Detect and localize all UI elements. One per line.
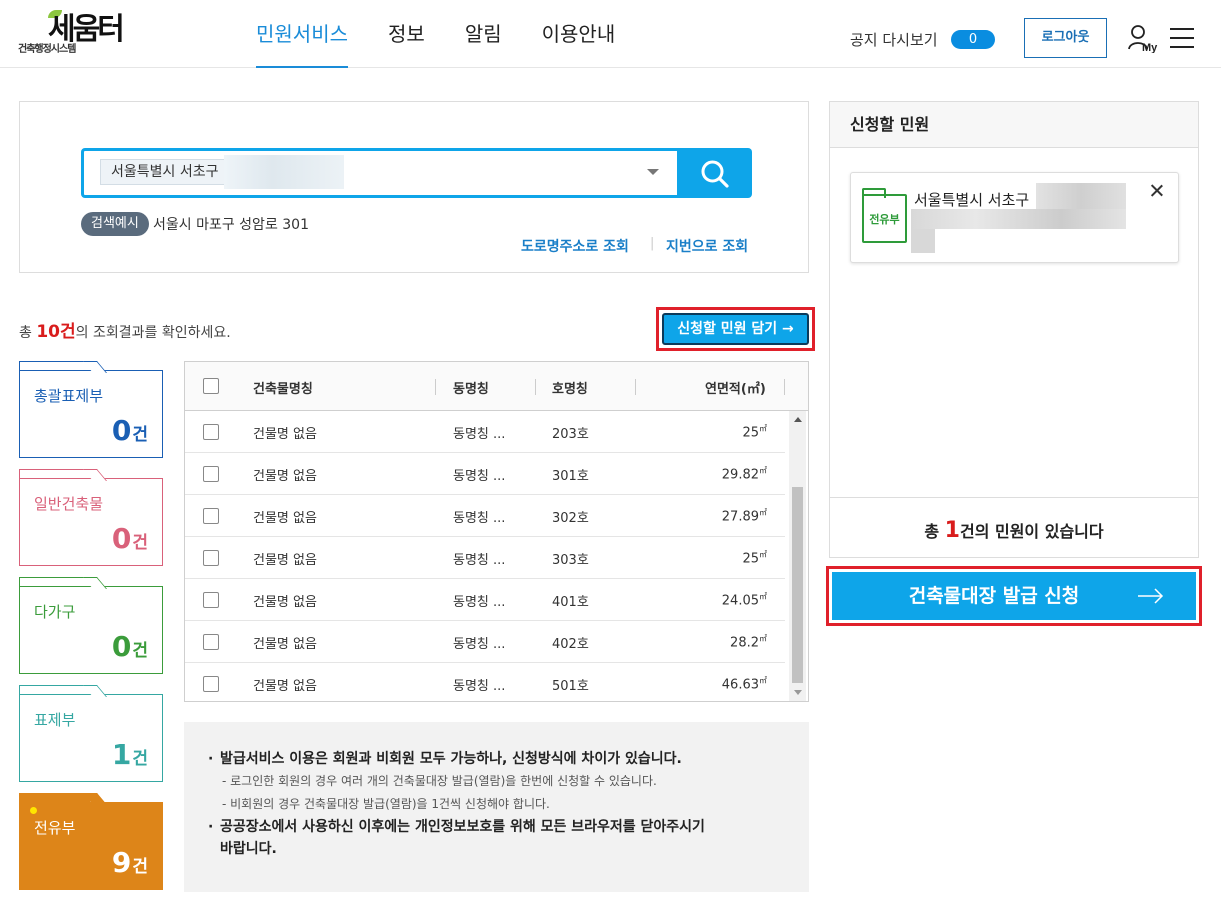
- category-label: 전유부: [34, 819, 76, 837]
- col-dong-name: 동명칭: [453, 382, 489, 397]
- result-summary: 총 10건의 조회결과를 확인하세요.: [19, 317, 231, 342]
- search-icon: [701, 160, 729, 188]
- notice-again-toggle[interactable]: 0: [951, 30, 995, 49]
- row-checkbox[interactable]: [203, 676, 219, 692]
- search-example-tag: 검색예시: [81, 212, 149, 236]
- info-sub-1: - 로그인한 회원의 경우 여러 개의 건축물대장 발급(열람)을 한번에 신청…: [222, 774, 657, 788]
- category-card-multi-household[interactable]: 다가구 0건: [19, 577, 163, 674]
- col-building-name: 건축물명칭: [253, 382, 313, 397]
- category-label: 일반건축물: [34, 495, 104, 513]
- result-suffix: 의 조회결과를 확인하세요.: [75, 325, 231, 341]
- hamburger-menu-icon[interactable]: [1170, 28, 1194, 48]
- top-header: 세움터 건축행정시스템 민원서비스 정보 알림 이용안내 공지 다시보기 0 로…: [0, 0, 1221, 68]
- category-card-general-building[interactable]: 일반건축물 0건: [19, 469, 163, 566]
- row-checkbox[interactable]: [203, 550, 219, 566]
- table-row[interactable]: 건물명 없음 동명칭 ... 402호 28.2㎡: [185, 621, 785, 663]
- main-nav: 민원서비스 정보 알림 이용안내: [256, 0, 655, 68]
- table-row[interactable]: 건물명 없음 동명칭 ... 301호 29.82㎡: [185, 453, 785, 495]
- folder-document-icon: 전유부: [862, 188, 907, 243]
- nav-civil-service[interactable]: 민원서비스: [256, 0, 348, 68]
- table-row[interactable]: 건물명 없음 동명칭 ... 303호 25㎡: [185, 537, 785, 579]
- category-count: 0건: [111, 522, 148, 555]
- scroll-down-arrow-icon[interactable]: [794, 690, 802, 695]
- issue-building-register-button[interactable]: 건축물대장 발급 신청: [832, 572, 1196, 620]
- col-total-area: 연면적(㎡): [705, 382, 766, 397]
- document-type-label: 전유부: [869, 213, 900, 226]
- my-label: My: [1142, 42, 1158, 53]
- link-separator: |: [650, 236, 655, 251]
- category-label: 총괄표제부: [34, 387, 104, 405]
- result-prefix: 총: [19, 325, 37, 341]
- lot-number-search-link[interactable]: 지번으로 조회: [666, 236, 748, 256]
- category-card-title-section[interactable]: 표제부 1건: [19, 685, 163, 782]
- logout-button[interactable]: 로그아웃: [1024, 18, 1107, 58]
- category-card-exclusive-unit[interactable]: 전유부 9건: [19, 793, 163, 890]
- search-panel: 서울특별시 서초구 검색예시 서울시 마포구 성암로 301 도로명주소로 조회…: [19, 101, 809, 273]
- logo-subtitle: 건축행정시스템: [18, 44, 76, 55]
- my-page-icon[interactable]: My: [1128, 23, 1160, 54]
- category-count: 9건: [111, 846, 148, 879]
- row-checkbox[interactable]: [203, 508, 219, 524]
- application-panel-title: 신청할 민원: [830, 102, 1198, 148]
- address-search-box[interactable]: 서울특별시 서초구: [81, 148, 752, 198]
- issue-button-highlight: 건축물대장 발급 신청: [826, 566, 1202, 626]
- result-table: 건축물명칭 동명칭 호명칭 연면적(㎡) 건물명 없음 동명칭 ... 203호…: [184, 361, 809, 702]
- add-button-highlight: 신청할 민원 담기 →: [656, 307, 815, 351]
- category-count: 0건: [111, 630, 148, 663]
- logo-band-blue: [128, 30, 152, 44]
- scroll-up-arrow-icon[interactable]: [794, 417, 802, 422]
- result-count: 10건: [36, 322, 76, 342]
- dropdown-caret-icon[interactable]: [647, 169, 659, 175]
- category-label: 다가구: [34, 603, 76, 621]
- nav-guide[interactable]: 이용안내: [542, 0, 616, 68]
- close-icon[interactable]: [1149, 183, 1165, 199]
- row-checkbox[interactable]: [203, 466, 219, 482]
- select-all-checkbox[interactable]: [203, 378, 219, 394]
- masked-address-block: [911, 229, 935, 253]
- masked-address: [224, 155, 344, 189]
- application-count-summary: 총 1건의 민원이 있습니다: [830, 497, 1198, 557]
- info-line-1: 발급서비스 이용은 회원과 비회원 모두 가능하나, 신청방식에 차이가 있습니…: [208, 748, 785, 770]
- application-item-card: 전유부 서울특별시 서초구: [850, 172, 1179, 263]
- category-count: 0건: [111, 414, 148, 447]
- table-row[interactable]: 건물명 없음 동명칭 ... 302호 27.89㎡: [185, 495, 785, 537]
- add-to-application-button[interactable]: 신청할 민원 담기 →: [662, 313, 809, 345]
- application-panel: 신청할 민원 전유부 서울특별시 서초구 총 1건의 민원이 있습니다: [829, 101, 1199, 558]
- masked-address-block: [911, 209, 1126, 229]
- nav-notifications[interactable]: 알림: [465, 0, 502, 68]
- row-checkbox[interactable]: [203, 634, 219, 650]
- road-address-search-link[interactable]: 도로명주소로 조회: [521, 236, 629, 256]
- category-label: 표제부: [34, 711, 76, 729]
- scroll-thumb[interactable]: [792, 487, 803, 683]
- table-header: 건축물명칭 동명칭 호명칭 연면적(㎡): [185, 362, 808, 411]
- search-example-text: 서울시 마포구 성암로 301: [153, 217, 309, 233]
- info-sub-2: - 비회원의 경우 건축물대장 발급(열람)을 1건씩 신청해야 합니다.: [222, 797, 550, 811]
- notice-again-label: 공지 다시보기: [850, 31, 938, 49]
- col-ho-name: 호명칭: [552, 382, 588, 397]
- search-button[interactable]: [677, 148, 752, 198]
- selected-dot-icon: [30, 807, 37, 814]
- category-card-general-title[interactable]: 총괄표제부 0건: [19, 361, 163, 458]
- seumteo-logo[interactable]: 세움터 건축행정시스템: [18, 10, 158, 56]
- info-line-2: 공공장소에서 사용하신 이후에는 개인정보보호를 위해 모든 브라우저를 닫아주…: [208, 816, 785, 860]
- table-row[interactable]: 건물명 없음 동명칭 ... 203호 25㎡: [185, 411, 785, 453]
- table-row[interactable]: 건물명 없음 동명칭 ... 501호 46.63㎡: [185, 663, 785, 705]
- row-checkbox[interactable]: [203, 424, 219, 440]
- nav-info[interactable]: 정보: [388, 0, 425, 68]
- table-scrollbar[interactable]: [789, 411, 806, 701]
- category-count: 1건: [111, 738, 148, 771]
- row-checkbox[interactable]: [203, 592, 219, 608]
- arrow-right-icon: [1138, 588, 1164, 604]
- service-info-box: 발급서비스 이용은 회원과 비회원 모두 가능하나, 신청방식에 차이가 있습니…: [184, 722, 809, 892]
- table-row[interactable]: 건물명 없음 동명칭 ... 401호 24.05㎡: [185, 579, 785, 621]
- selected-address-chip[interactable]: 서울특별시 서초구: [100, 159, 230, 185]
- application-item-address: 서울특별시 서초구: [914, 191, 1030, 209]
